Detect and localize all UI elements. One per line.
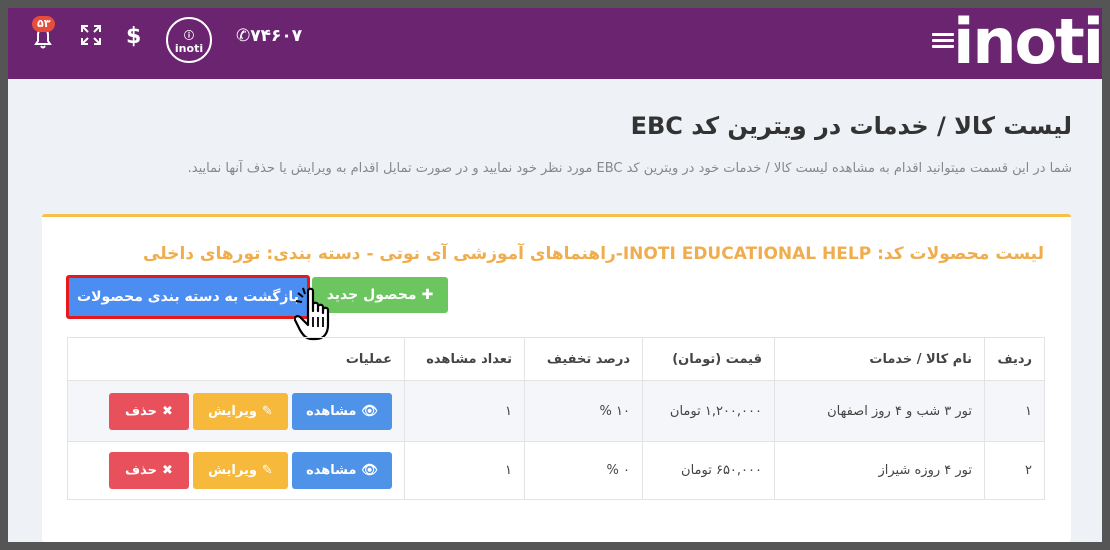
- menu-toggle-icon[interactable]: [932, 30, 954, 52]
- row-price: ۶۵۰,۰۰۰ تومان: [642, 441, 775, 500]
- edit-label: ویرایش: [208, 463, 257, 478]
- page-description: شما در این قسمت میتوانید اقدام به مشاهده…: [187, 161, 1072, 176]
- brand-logo[interactable]: inoti: [953, 8, 1102, 79]
- col-discount: درصد تخفیف: [524, 337, 643, 381]
- circle-logo-button[interactable]: ⓘ inoti: [166, 17, 212, 63]
- view-label: مشاهده: [306, 403, 357, 419]
- delete-label: حذف: [125, 403, 158, 419]
- top-header: inoti ✆۷۴۶۰۷ ⓘ inoti $ ۵۳: [8, 8, 1102, 79]
- row-views: ۱: [404, 441, 525, 500]
- back-to-categories-button[interactable]: بازگشت به دسته بندی محصولات: [66, 275, 310, 319]
- row-index: ۱: [984, 380, 1045, 442]
- delete-button[interactable]: ✖حذف: [109, 392, 189, 430]
- view-button[interactable]: 👁مشاهده: [292, 392, 392, 430]
- phone-text: ۷۴۶۰۷: [250, 26, 303, 46]
- row-operations: 👁مشاهده ✎ویرایش ✖حذف: [67, 380, 405, 442]
- row-views: ۱: [404, 380, 525, 442]
- pencil-icon: ✎: [261, 463, 273, 478]
- back-to-categories-label: بازگشت به دسته بندی محصولات: [77, 289, 299, 305]
- table-row: ۱ تور ۳ شب و ۴ روز اصفهان ۱,۲۰۰,۰۰۰ توما…: [67, 380, 1045, 442]
- fullscreen-icon[interactable]: [80, 24, 102, 46]
- view-label: مشاهده: [306, 463, 357, 478]
- pencil-icon: ✎: [261, 403, 273, 419]
- edit-button[interactable]: ✎ ویرایش: [193, 452, 288, 489]
- view-button[interactable]: 👁 مشاهده: [292, 452, 392, 489]
- row-discount: ۰ %: [524, 441, 643, 500]
- app-frame: inoti ✆۷۴۶۰۷ ⓘ inoti $ ۵۳ لیست کالا / خد…: [8, 8, 1102, 542]
- panel-title: لیست محصولات کد: INOTI EDUCATIONAL HELP-…: [143, 244, 1044, 264]
- table-row: ۲ تور ۴ روزه شیراز ۶۵۰,۰۰۰ تومان ۰ % ۱ 👁…: [67, 441, 1045, 500]
- dollar-icon[interactable]: $: [126, 24, 141, 49]
- eye-icon: 👁: [361, 403, 378, 419]
- row-operations: 👁 مشاهده ✎ ویرایش ✖ حذف: [67, 441, 405, 500]
- plus-icon: ✚: [421, 287, 434, 303]
- row-name: تور ۳ شب و ۴ روز اصفهان: [774, 380, 985, 442]
- col-name: نام کالا / خدمات: [774, 337, 985, 381]
- col-index: ردیف: [984, 337, 1045, 381]
- edit-label: ویرایش: [208, 403, 257, 419]
- table-header-row: ردیف نام کالا / خدمات قیمت (تومان) درصد …: [67, 337, 1045, 381]
- row-index: ۲: [984, 441, 1045, 500]
- phone-number: ✆۷۴۶۰۷: [236, 26, 302, 46]
- row-price: ۱,۲۰۰,۰۰۰ تومان: [642, 380, 775, 442]
- row-name: تور ۴ روزه شیراز: [774, 441, 985, 500]
- col-views: تعداد مشاهده: [404, 337, 525, 381]
- edit-button[interactable]: ✎ویرایش: [193, 392, 288, 430]
- col-operations: عملیات: [67, 337, 405, 381]
- page-title: لیست کالا / خدمات در ویترین کد EBC: [630, 112, 1072, 140]
- phone-icon: ✆: [236, 26, 251, 46]
- circle-logo-text: inoti: [174, 42, 204, 55]
- row-discount: ۱۰ %: [524, 380, 643, 442]
- delete-label: حذف: [125, 463, 158, 478]
- close-icon: ✖: [162, 463, 173, 478]
- close-icon: ✖: [162, 403, 173, 419]
- col-price: قیمت (تومان): [642, 337, 775, 381]
- products-panel: لیست محصولات کد: INOTI EDUCATIONAL HELP-…: [42, 214, 1071, 542]
- delete-button[interactable]: ✖ حذف: [109, 452, 189, 489]
- notification-badge: ۵۳: [32, 16, 56, 32]
- products-table: ردیف نام کالا / خدمات قیمت (تومان) درصد …: [67, 337, 1045, 500]
- eye-icon: 👁: [361, 463, 378, 478]
